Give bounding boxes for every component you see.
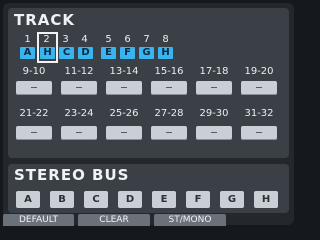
- pair-label-23-24: 23-24: [64, 108, 94, 119]
- stereo-bus-panel: STEREO BUS A B C D E F G H: [8, 164, 289, 213]
- dash-icon: [256, 87, 262, 88]
- dash-icon: [121, 132, 127, 133]
- stereo-bus-b-button[interactable]: B: [50, 191, 74, 208]
- pair-button-17-18[interactable]: [196, 81, 232, 95]
- track-8-button[interactable]: H: [158, 47, 173, 59]
- dash-icon: [256, 132, 262, 133]
- clear-button[interactable]: CLEAR: [78, 214, 150, 226]
- pair-button-9-10[interactable]: [16, 81, 52, 95]
- pair-label-17-18: 17-18: [199, 66, 229, 77]
- pair-label-11-12: 11-12: [64, 66, 94, 77]
- stereo-bus-e-button[interactable]: E: [152, 191, 176, 208]
- pair-label-15-16: 15-16: [154, 66, 184, 77]
- pair-button-25-26[interactable]: [106, 126, 142, 140]
- dash-icon: [211, 132, 217, 133]
- stereo-bus-title: STEREO BUS: [14, 166, 130, 184]
- stereo-bus-a-button[interactable]: A: [16, 191, 40, 208]
- track-3-button[interactable]: C: [59, 47, 74, 59]
- track-6-button[interactable]: F: [120, 47, 135, 59]
- pair-button-21-22[interactable]: [16, 126, 52, 140]
- st-mono-button[interactable]: ST/MONO: [154, 214, 226, 226]
- dash-icon: [31, 132, 37, 133]
- pair-button-15-16[interactable]: [151, 81, 187, 95]
- track-number-7: 7: [143, 34, 150, 45]
- stereo-bus-c-button[interactable]: C: [84, 191, 108, 208]
- dash-icon: [121, 87, 127, 88]
- dash-icon: [211, 87, 217, 88]
- pair-button-13-14[interactable]: [106, 81, 142, 95]
- pair-button-31-32[interactable]: [241, 126, 277, 140]
- pair-label-29-30: 29-30: [199, 108, 229, 119]
- pair-label-19-20: 19-20: [244, 66, 274, 77]
- pair-button-19-20[interactable]: [241, 81, 277, 95]
- pair-button-23-24[interactable]: [61, 126, 97, 140]
- stereo-bus-h-button[interactable]: H: [254, 191, 278, 208]
- track-2-button[interactable]: H: [40, 47, 55, 59]
- pair-label-31-32: 31-32: [244, 108, 274, 119]
- pair-label-13-14: 13-14: [109, 66, 139, 77]
- stereo-bus-f-button[interactable]: F: [186, 191, 210, 208]
- pair-button-29-30[interactable]: [196, 126, 232, 140]
- pair-label-21-22: 21-22: [19, 108, 49, 119]
- track-number-3: 3: [62, 34, 69, 45]
- pair-label-9-10: 9-10: [22, 66, 46, 77]
- pair-label-25-26: 25-26: [109, 108, 139, 119]
- track-title: TRACK: [14, 11, 76, 29]
- track-number-8: 8: [162, 34, 169, 45]
- track-number-2: 2: [43, 34, 50, 45]
- stereo-bus-d-button[interactable]: D: [118, 191, 142, 208]
- default-button[interactable]: DEFAULT: [3, 214, 74, 226]
- track-number-1: 1: [24, 34, 31, 45]
- pair-label-27-28: 27-28: [154, 108, 184, 119]
- dash-icon: [31, 87, 37, 88]
- track-4-button[interactable]: D: [78, 47, 93, 59]
- dash-icon: [76, 132, 82, 133]
- dash-icon: [76, 87, 82, 88]
- pair-button-11-12[interactable]: [61, 81, 97, 95]
- dash-icon: [166, 132, 172, 133]
- pair-button-27-28[interactable]: [151, 126, 187, 140]
- track-assign-screen: TRACK 1 2 3 4 5 6 7 8 A H C D E F G H 9-…: [3, 3, 294, 225]
- track-number-4: 4: [81, 34, 88, 45]
- dash-icon: [166, 87, 172, 88]
- track-panel: TRACK 1 2 3 4 5 6 7 8 A H C D E F G H 9-…: [8, 8, 289, 158]
- track-7-button[interactable]: G: [139, 47, 154, 59]
- track-5-button[interactable]: E: [101, 47, 116, 59]
- track-number-5: 5: [105, 34, 112, 45]
- track-1-button[interactable]: A: [20, 47, 35, 59]
- track-number-6: 6: [124, 34, 131, 45]
- stereo-bus-g-button[interactable]: G: [220, 191, 244, 208]
